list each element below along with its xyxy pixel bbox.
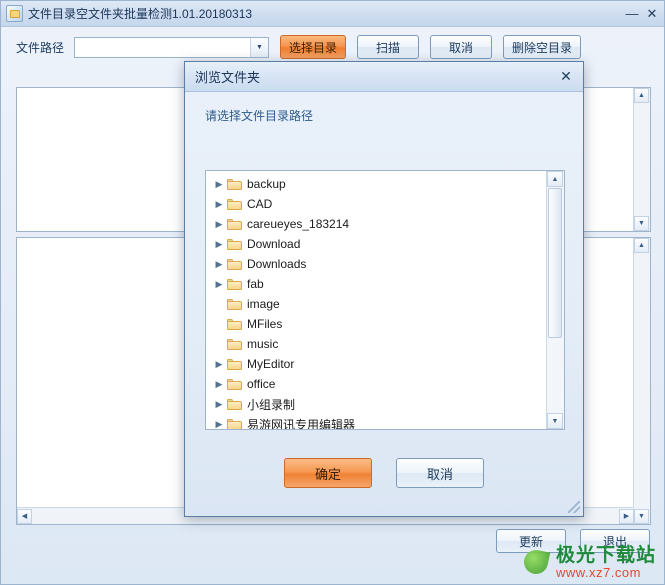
- folder-icon: [227, 378, 242, 390]
- dialog-cancel-button[interactable]: 取消: [396, 458, 484, 488]
- tree-item-mfiles[interactable]: MFiles: [206, 314, 547, 334]
- dialog-title: 浏览文件夹: [195, 67, 555, 86]
- tree-item-label: office: [247, 377, 275, 391]
- tree-item-label: 易游网讯专用编辑器: [247, 416, 355, 430]
- folder-icon: [227, 278, 242, 290]
- tree-item-label: image: [247, 297, 280, 311]
- tree-item-myeditor[interactable]: ▶ MyEditor: [206, 354, 547, 374]
- caret-right-icon[interactable]: ▶: [619, 509, 634, 524]
- tree-item-image[interactable]: image: [206, 294, 547, 314]
- folder-tree-box[interactable]: ▶ backup ▶ CAD ▶ careueyes_183214 ▶: [205, 170, 565, 430]
- dialog-button-row: 确定 取消: [185, 458, 583, 488]
- tree-item-label: 小组录制: [247, 396, 295, 413]
- app-icon: [6, 5, 23, 22]
- tree-scrollbar[interactable]: ▲ ▼: [546, 171, 564, 429]
- caret-up-icon[interactable]: ▲: [634, 238, 649, 253]
- chevron-down-icon[interactable]: ▼: [250, 38, 268, 57]
- dialog-prompt: 请选择文件目录路径: [205, 107, 313, 124]
- tree-item-music[interactable]: music: [206, 334, 547, 354]
- tree-spacer: [212, 315, 226, 333]
- tree-item-label: backup: [247, 177, 286, 191]
- main-window: 文件目录空文件夹批量检测1.01.20180313 — ✕ 文件路径 ▼ 选择目…: [0, 0, 665, 585]
- folder-icon: [227, 318, 242, 330]
- close-icon[interactable]: ✕: [555, 67, 577, 87]
- chevron-right-icon[interactable]: ▶: [212, 195, 226, 213]
- folder-icon: [227, 178, 242, 190]
- tree-item-yiyouwangxun[interactable]: ▶ 易游网讯专用编辑器: [206, 414, 547, 429]
- tree-item-cad[interactable]: ▶ CAD: [206, 194, 547, 214]
- tree-item-backup[interactable]: ▶ backup: [206, 174, 547, 194]
- tree-item-label: MFiles: [247, 317, 282, 331]
- resize-grip-icon[interactable]: [568, 501, 580, 513]
- chevron-right-icon[interactable]: ▶: [212, 255, 226, 273]
- scrollbar-vertical-bottom[interactable]: ▲ ▼: [633, 238, 650, 524]
- browse-folder-dialog: 浏览文件夹 ✕ 请选择文件目录路径 ▶ backup ▶ CAD ▶: [184, 61, 584, 517]
- chevron-right-icon[interactable]: ▶: [212, 215, 226, 233]
- chevron-right-icon[interactable]: ▶: [212, 375, 226, 393]
- caret-left-icon[interactable]: ◀: [17, 509, 32, 524]
- tree-item-careueyes[interactable]: ▶ careueyes_183214: [206, 214, 547, 234]
- tree-item-fab[interactable]: ▶ fab: [206, 274, 547, 294]
- update-button[interactable]: 更新: [496, 529, 566, 553]
- chevron-right-icon[interactable]: ▶: [212, 395, 226, 413]
- select-directory-button[interactable]: 选择目录: [280, 35, 346, 59]
- folder-icon: [227, 218, 242, 230]
- bottom-action-row: 更新 退出: [482, 529, 650, 553]
- scan-button[interactable]: 扫描: [357, 35, 419, 59]
- tree-item-xiaozuluzhi[interactable]: ▶ 小组录制: [206, 394, 547, 414]
- tree-spacer: [212, 295, 226, 313]
- folder-icon: [227, 398, 242, 410]
- path-combobox[interactable]: ▼: [74, 37, 269, 58]
- caret-down-icon[interactable]: ▼: [547, 413, 563, 429]
- tree-spacer: [212, 335, 226, 353]
- tree-item-label: fab: [247, 277, 264, 291]
- dialog-titlebar: 浏览文件夹 ✕: [185, 62, 583, 92]
- cancel-button[interactable]: 取消: [430, 35, 492, 59]
- exit-button[interactable]: 退出: [580, 529, 650, 553]
- confirm-button[interactable]: 确定: [284, 458, 372, 488]
- tree-item-label: careueyes_183214: [247, 217, 349, 231]
- folder-tree-list[interactable]: ▶ backup ▶ CAD ▶ careueyes_183214 ▶: [206, 171, 547, 429]
- chevron-right-icon[interactable]: ▶: [212, 235, 226, 253]
- minimize-button[interactable]: —: [622, 5, 642, 23]
- folder-icon: [227, 258, 242, 270]
- chevron-right-icon[interactable]: ▶: [212, 175, 226, 193]
- folder-icon: [227, 338, 242, 350]
- folder-icon: [227, 358, 242, 370]
- tree-item-label: CAD: [247, 197, 272, 211]
- tree-item-office[interactable]: ▶ office: [206, 374, 547, 394]
- tree-item-label: MyEditor: [247, 357, 294, 371]
- chevron-right-icon[interactable]: ▶: [212, 355, 226, 373]
- scrollbar-thumb[interactable]: [548, 188, 562, 338]
- chevron-right-icon[interactable]: ▶: [212, 275, 226, 293]
- watermark-url: www.xz7.com: [556, 566, 656, 580]
- chevron-right-icon[interactable]: ▶: [212, 415, 226, 429]
- caret-down-icon[interactable]: ▼: [634, 509, 649, 524]
- folder-icon: [227, 238, 242, 250]
- folder-icon: [227, 298, 242, 310]
- caret-down-icon[interactable]: ▼: [634, 216, 649, 231]
- tree-item-label: music: [247, 337, 278, 351]
- scrollbar-vertical-top[interactable]: ▲ ▼: [633, 88, 650, 231]
- close-button[interactable]: ✕: [642, 5, 662, 23]
- caret-up-icon[interactable]: ▲: [547, 171, 563, 187]
- tree-item-downloads[interactable]: ▶ Downloads: [206, 254, 547, 274]
- window-title: 文件目录空文件夹批量检测1.01.20180313: [28, 5, 622, 22]
- folder-icon: [227, 198, 242, 210]
- tree-item-download[interactable]: ▶ Download: [206, 234, 547, 254]
- caret-up-icon[interactable]: ▲: [634, 88, 649, 103]
- tree-item-label: Downloads: [247, 257, 306, 271]
- delete-empty-directories-button[interactable]: 删除空目录: [503, 35, 581, 59]
- tree-item-label: Download: [247, 237, 300, 251]
- path-label: 文件路径: [16, 39, 64, 56]
- window-titlebar: 文件目录空文件夹批量检测1.01.20180313 — ✕: [1, 1, 664, 27]
- folder-icon: [227, 418, 242, 429]
